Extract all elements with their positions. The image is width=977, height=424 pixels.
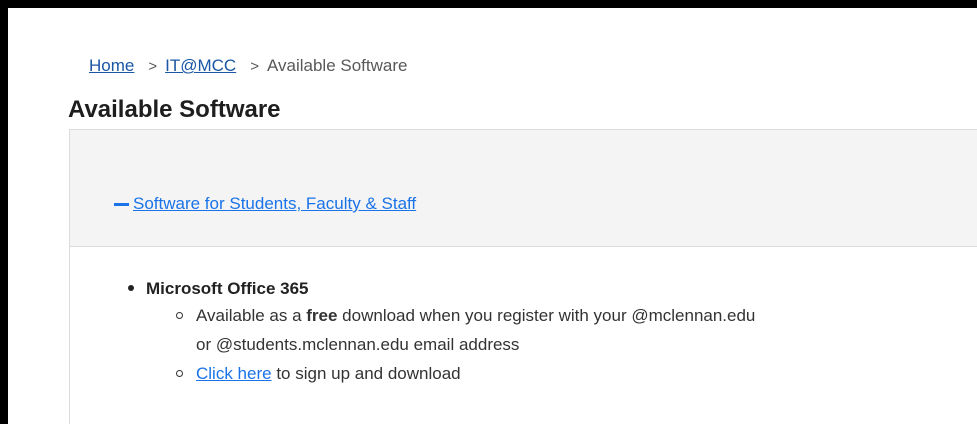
availability-line1-suffix: download when you register with your @mc… <box>337 306 756 325</box>
breadcrumb: Home > IT@MCC > Available Software <box>89 48 407 84</box>
availability-line2: or @students.mclennan.edu email address <box>196 335 520 354</box>
breadcrumb-separator: > <box>250 57 259 75</box>
accordion-toggle-label: Software for Students, Faculty & Staff <box>133 194 417 213</box>
accordion-header: Software for Students, Faculty & Staff <box>70 130 977 247</box>
accordion-toggle-software[interactable]: Software for Students, Faculty & Staff <box>114 194 416 214</box>
accordion-panel: Software for Students, Faculty & Staff M… <box>69 129 977 424</box>
availability-free: free <box>306 306 338 325</box>
breadcrumb-home-link[interactable]: Home <box>89 56 134 76</box>
breadcrumb-current: Available Software <box>266 56 408 75</box>
page-frame: Home > IT@MCC > Available Software Avail… <box>8 8 977 424</box>
software-details: Available as a free download when you re… <box>146 301 966 388</box>
software-title: Microsoft Office 365 <box>146 279 309 298</box>
click-here-link[interactable]: Click here <box>196 364 272 383</box>
software-list: Microsoft Office 365 Available as a free… <box>126 277 966 388</box>
availability-prefix: Available as a <box>196 306 307 325</box>
detail-item-signup: Click here to sign up and download <box>146 359 966 388</box>
availability-text: Available as a free download when you re… <box>196 301 956 359</box>
list-item: Microsoft Office 365 Available as a free… <box>126 277 966 388</box>
signup-suffix: to sign up and download <box>271 364 461 383</box>
minus-icon <box>114 202 129 206</box>
detail-item-availability: Available as a free download when you re… <box>146 301 966 359</box>
breadcrumb-it-mcc-link[interactable]: IT@MCC <box>165 56 236 76</box>
page-title: Available Software <box>68 96 281 123</box>
breadcrumb-separator: > <box>148 57 158 75</box>
